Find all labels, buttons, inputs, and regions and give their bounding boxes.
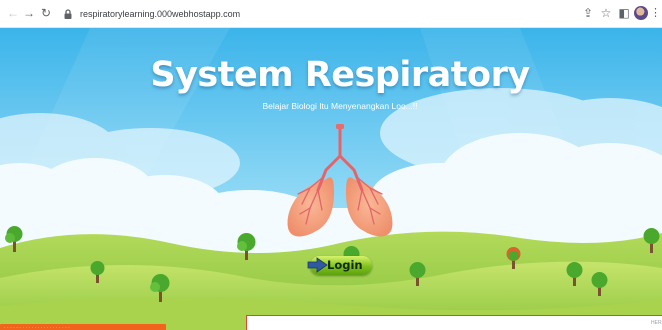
back-arrow-icon[interactable]: ←: [5, 5, 21, 21]
browser-toolbar: ← → ↻ respiratorylearning.000webhostapp.…: [0, 0, 662, 28]
url-text[interactable]: respiratorylearning.000webhostapp.com: [80, 7, 240, 21]
promo-banner-text: · · · · · · · · · · · · · · · · · · · · …: [4, 325, 70, 330]
reload-icon[interactable]: ↻: [38, 5, 54, 21]
page-viewport: System Respiratory Belajar Biologi Itu M…: [0, 28, 662, 330]
site-subtitle: Belajar Biologi Itu Menyenangkan Loo...!…: [262, 101, 418, 111]
login-label: Login: [327, 258, 363, 272]
arrow-right-icon: [307, 257, 328, 273]
content-panel: HERS: [246, 315, 662, 330]
side-panel-icon[interactable]: ◧: [616, 5, 632, 21]
lock-icon[interactable]: [62, 8, 74, 20]
star-icon[interactable]: ☆: [598, 5, 614, 21]
corner-tag: HERS: [651, 320, 662, 326]
promo-banner[interactable]: · · · · · · · · · · · · · · · · · · · · …: [0, 324, 166, 330]
avatar[interactable]: [634, 6, 648, 20]
site-title: System Respiratory: [150, 55, 530, 95]
address-bar[interactable]: respiratorylearning.000webhostapp.com: [58, 3, 498, 25]
kebab-menu-icon[interactable]: ⋮: [650, 5, 661, 21]
login-button[interactable]: Login: [306, 254, 373, 276]
forward-arrow-icon[interactable]: →: [21, 5, 37, 21]
share-icon[interactable]: ⇪: [580, 5, 596, 21]
